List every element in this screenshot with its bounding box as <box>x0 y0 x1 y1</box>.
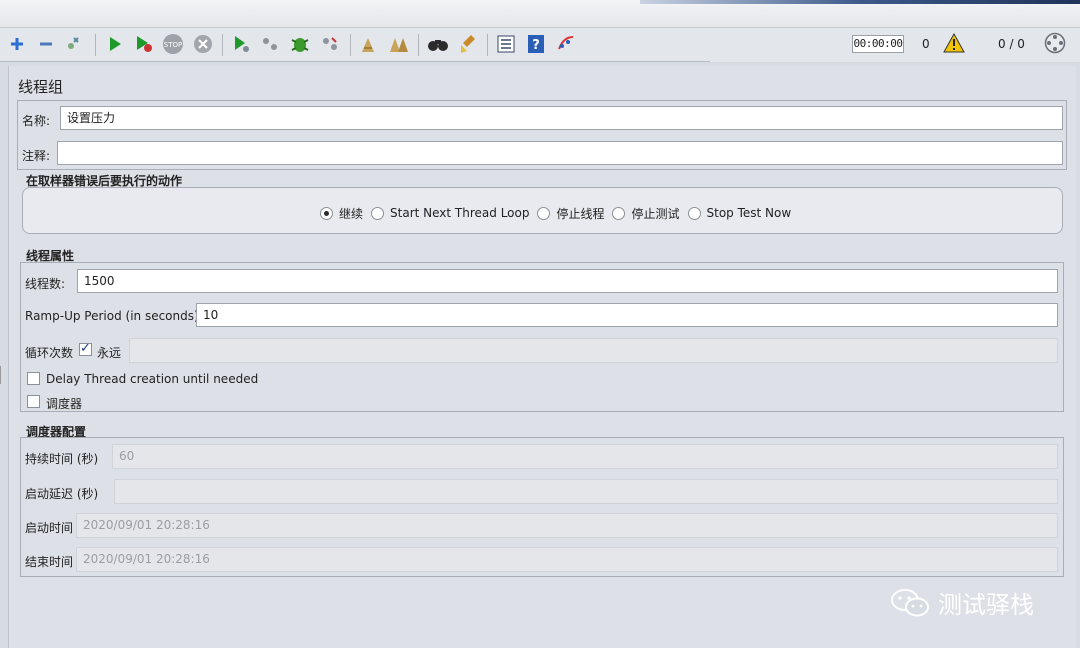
remote-shutdown-icon[interactable] <box>288 32 312 56</box>
radio-button[interactable] <box>612 206 626 220</box>
loop-count-label: 循环次数 <box>25 346 74 360</box>
warning-count: 0 <box>922 37 930 51</box>
threads-indicator-icon[interactable] <box>1043 31 1067 55</box>
scheduler-checkbox[interactable] <box>27 395 40 408</box>
reset-search-icon[interactable] <box>456 32 480 56</box>
radio-label: 继续 <box>339 206 364 221</box>
duration-field: 60 <box>112 444 1058 469</box>
threads-field[interactable]: 1500 <box>77 269 1058 293</box>
svg-text:?: ? <box>532 38 540 53</box>
help-icon[interactable]: ? <box>524 32 548 56</box>
warning-icon[interactable] <box>942 31 966 55</box>
radio-button[interactable] <box>687 206 701 220</box>
window-top-strip <box>0 0 1080 28</box>
radio-start-next-loop[interactable]: Start Next Thread Loop <box>371 206 529 220</box>
radio-label: Stop Test Now <box>706 206 792 220</box>
toolbar-divider <box>0 61 710 62</box>
clear-all-icon[interactable] <box>387 32 411 56</box>
start-no-pause-icon[interactable] <box>132 32 156 56</box>
startup-delay-label: 启动延迟 (秒) <box>25 487 99 501</box>
loop-count-field <box>129 338 1058 363</box>
svg-text:STOP: STOP <box>164 41 182 49</box>
search-icon[interactable] <box>426 32 450 56</box>
stop-icon[interactable]: STOP <box>161 32 185 56</box>
function-helper-icon[interactable] <box>494 32 518 56</box>
scheduler-label: 调度器 <box>46 397 83 411</box>
radio-stop-test-now[interactable]: Stop Test Now <box>687 206 792 220</box>
radio-stop-test[interactable]: 停止测试 <box>612 205 680 222</box>
duration-label: 持续时间 (秒) <box>25 452 99 466</box>
startup-delay-field <box>114 479 1058 504</box>
remote-start-icon[interactable] <box>229 32 253 56</box>
shutdown-icon[interactable] <box>191 32 215 56</box>
radio-button[interactable] <box>320 206 333 220</box>
add-icon[interactable] <box>5 32 29 56</box>
rampup-label: Ramp-Up Period (in seconds): <box>25 309 203 323</box>
splitter-handle[interactable] <box>0 366 4 384</box>
delay-thread-checkbox[interactable] <box>27 372 40 385</box>
radio-label: 停止线程 <box>556 206 605 221</box>
radio-label: 停止测试 <box>631 206 680 221</box>
forever-checkbox[interactable] <box>79 341 92 356</box>
end-time-label: 结束时间 <box>25 555 74 569</box>
radio-label: Start Next Thread Loop <box>390 206 530 220</box>
log-viewer-icon[interactable] <box>554 32 578 56</box>
toolbar-separator <box>487 34 488 56</box>
rampup-field[interactable]: 10 <box>196 303 1058 327</box>
elapsed-timer: 00:00:00 <box>852 35 904 53</box>
remove-icon[interactable] <box>34 32 58 56</box>
comment-field[interactable] <box>57 141 1063 165</box>
threads-label: 线程数: <box>25 277 66 291</box>
error-action-radio-group: 继续 Start Next Thread Loop 停止线程 停止测试 Stop… <box>320 205 799 221</box>
wechat-icon <box>891 588 929 616</box>
toolbar-separator <box>350 34 351 56</box>
remote-stop-icon[interactable] <box>258 32 282 56</box>
thread-ratio: 0 / 0 <box>998 37 1025 51</box>
toolbar-separator <box>418 34 419 56</box>
forever-label: 永远 <box>97 346 122 360</box>
clear-icon[interactable] <box>62 32 86 56</box>
radio-button[interactable] <box>537 206 551 220</box>
remote-exit-icon[interactable] <box>318 32 342 56</box>
start-icon[interactable] <box>103 32 127 56</box>
radio-continue[interactable]: 继续 <box>320 205 363 222</box>
watermark-text: 测试驿栈 <box>938 591 1034 619</box>
toolbar-separator <box>222 34 223 56</box>
clear-icon[interactable] <box>356 32 380 56</box>
watermark: 测试驿栈 <box>890 585 1034 620</box>
name-label: 名称: <box>22 114 51 128</box>
comment-label: 注释: <box>22 149 51 163</box>
end-time-field: 2020/09/01 20:28:16 <box>76 547 1058 572</box>
start-time-label: 启动时间 <box>25 521 74 535</box>
toolbar-separator <box>95 34 96 56</box>
title-bar-accent <box>640 0 1080 4</box>
name-field[interactable]: 设置压力 <box>60 106 1063 130</box>
delay-thread-label: Delay Thread creation until needed <box>46 372 259 386</box>
start-time-field: 2020/09/01 20:28:16 <box>76 513 1058 538</box>
panel-title: 线程组 <box>18 78 64 96</box>
radio-button[interactable] <box>371 206 385 220</box>
radio-stop-thread[interactable]: 停止线程 <box>537 205 604 222</box>
